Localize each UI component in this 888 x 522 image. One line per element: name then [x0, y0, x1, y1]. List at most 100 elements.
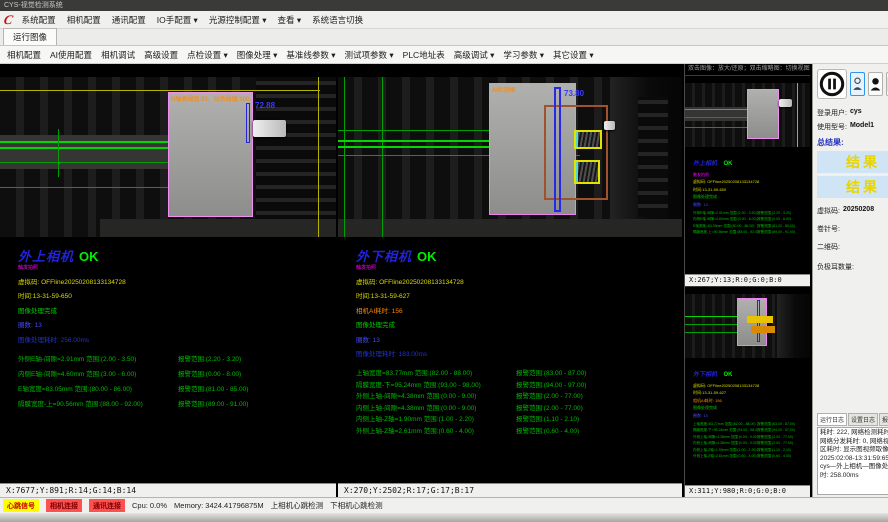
tab-connector — [779, 99, 792, 107]
process-time-line: 图像处理耗时: 183.00ms — [356, 348, 682, 358]
barcode-line: 虚拟码: OFFline20250208133134728 — [693, 179, 810, 185]
measure-value-label: 73.80 — [564, 89, 584, 98]
measurement-list: 外侧E轴-间隙=2.91mm 范围:(2.00 - 3.50)报警范围:(2.2… — [693, 211, 810, 237]
thumbnail-column: 双击图像：放大/还原；双击缩略图：切换视图 外上相机 OK 触发 — [684, 64, 810, 497]
app-logo-icon: C — [2, 12, 14, 28]
measurement-text: 外侧上轴-Z轴=2.61mm 范围:(0.60 - 4.00) — [693, 454, 757, 461]
menu-item-camera-config[interactable]: 相机配置 — [67, 14, 101, 26]
measurement-text: 内侧E轴-间隙=4.60mm 范围:(3.00 - 6.00) — [18, 368, 178, 378]
tab-connector — [604, 121, 615, 130]
status-ok-badge: OK — [79, 249, 99, 264]
toolbar-learning-params[interactable]: 学习参数 ▾ — [503, 49, 544, 61]
control-buttons — [817, 69, 888, 99]
toolbar-camera-config[interactable]: 相机配置 — [7, 49, 41, 61]
toolbar-baseline-params[interactable]: 基准线参数 ▾ — [286, 49, 335, 61]
time-line: 时间:13-31-59-650 — [18, 290, 336, 300]
trigger-label: 触发拍照 — [356, 264, 682, 271]
menu-item-system-config[interactable]: 系统配置 — [22, 14, 56, 26]
measurement-text: 隔膜宽度-下=95.24mm 范围:(93.00 - 98.00) — [356, 379, 516, 389]
camera-connect-badge: 相机连接 — [46, 499, 82, 512]
lower-camera-view: AI检测框 73.80 外下相机 OK 触发拍照 虚拟码: OFFline202… — [338, 64, 682, 497]
log-output[interactable]: 耗时: 222, 网络检测耗时: 17, 网络分发耗时: 0, 网络视频分区耗时… — [817, 427, 888, 495]
process-time-line: 图像处理耗时: 256.00ms — [18, 334, 336, 344]
toolbar-advanced-settings[interactable]: 高级设置 — [144, 49, 178, 61]
pause-button[interactable] — [817, 69, 847, 99]
electrode-tab-box — [574, 130, 602, 149]
user-manage-button[interactable] — [868, 72, 883, 96]
process-done-line: 图像处理完成 — [693, 405, 810, 411]
status-ok-badge: OK — [417, 249, 437, 264]
green-guide-line — [338, 146, 498, 148]
tab-alarm-log[interactable]: 报警日志 — [879, 413, 888, 426]
green-guide-line — [0, 141, 170, 143]
toolbar-spot-check[interactable]: 点检设置 ▾ — [187, 49, 228, 61]
toolbar-advanced-debug[interactable]: 高级调试 ▾ — [454, 49, 495, 61]
toolbar-camera-debug[interactable]: 相机调试 — [101, 49, 135, 61]
measurement-row: 外侧E轴-间隙=2.91mm 范围:(2.00 - 3.50) 报警范围:(2.… — [18, 353, 336, 368]
toolbar: 相机配置 AI使用配置 相机调试 高级设置 点检设置 ▾ 图像处理 ▾ 基准线参… — [0, 46, 888, 64]
menu-item-view[interactable]: 查看 ▾ — [277, 14, 301, 26]
tab-connector — [253, 120, 286, 137]
toolbar-image-processing[interactable]: 图像处理 ▾ — [237, 49, 278, 61]
measurement-alarm: 报警范围:(2.00 - 77.00) — [516, 402, 583, 412]
result-display-upper: 结果 — [817, 151, 888, 173]
menu-item-comm-config[interactable]: 通讯配置 — [112, 14, 146, 26]
barcode-line: 虚拟码: OFFline20250208133134728 — [693, 383, 810, 389]
virtual-code-label: 虚拟码: — [817, 206, 840, 216]
main-area: N轴高阈值:93，动态阈值:100 72.88 外上相机 OK 触发拍照 虚拟码… — [0, 64, 888, 497]
battery-cell-region: N轴高阈值:93，动态阈值:100 — [168, 92, 253, 217]
measurement-list: 上轴宽度=83.77mm 范围:(82.00 - 88.00) 报警范围:(83… — [356, 367, 682, 436]
measurement-row: E轴宽度=83.05mm 范围:(80.00 - 86.00) 报警范围:(81… — [18, 383, 336, 398]
measurement-text: 隔膜宽度-上=90.56mm 范围:(88.00 - 92.00) — [693, 230, 757, 237]
app-window: CYS-视觉检测系统 C 系统配置 相机配置 通讯配置 IO手配置 ▾ 光源控制… — [0, 0, 888, 522]
lower-camera-thumbnail[interactable]: 外下相机 OK 虚拟码: OFFline20250208133134728 时间… — [685, 286, 810, 497]
menu-item-io-config[interactable]: IO手配置 ▾ — [157, 14, 198, 26]
toolbar-ai-config[interactable]: AI使用配置 — [50, 49, 92, 61]
user-login-button[interactable] — [850, 72, 865, 96]
lower-camera-heartbeat: 下相机心跳检测 — [330, 500, 383, 511]
status-ok-badge: OK — [723, 161, 732, 167]
panel-spacer — [817, 272, 888, 413]
ai-time-line: 相机AI耗时: 156 — [693, 398, 810, 404]
measurement-alarm: 报警范围:(0.60 - 4.00) — [757, 454, 791, 461]
toolbar-test-params[interactable]: 测试项参数 ▾ — [345, 49, 394, 61]
menu-item-language[interactable]: 系统语言切换 — [312, 14, 363, 26]
menu-item-light-config[interactable]: 光源控制配置 ▾ — [209, 14, 267, 26]
tab-run-log[interactable]: 运行日志 — [817, 413, 847, 426]
upper-result-panel: 外上相机 OK 触发拍照 虚拟码: OFFline202502081331347… — [0, 237, 336, 483]
upper-camera-heartbeat: 上相机心跳检测 — [271, 500, 324, 511]
lower-thumb-image — [685, 294, 810, 358]
process-done-line: 图像处理完成 — [18, 305, 336, 315]
process-done-line: 图像处理完成 — [356, 319, 682, 329]
measurement-list: 外侧E轴-间隙=2.91mm 范围:(2.00 - 3.50) 报警范围:(2.… — [18, 353, 336, 413]
measurement-text: E轴宽度=83.05mm 范围:(80.00 - 86.00) — [18, 383, 178, 393]
green-guide-line-v — [58, 129, 59, 177]
upper-camera-image[interactable]: N轴高阈值:93，动态阈值:100 72.88 — [0, 77, 336, 237]
upper-camera-thumbnail[interactable]: 外上相机 OK 触发拍照 虚拟码: OFFline202502081331347… — [685, 75, 810, 286]
trigger-label: 触发拍照 — [18, 264, 336, 271]
thumbnail-hint: 双击图像：放大/还原；双击缩略图：切换视图 — [685, 64, 810, 75]
qr-code-label: 二维码: — [817, 242, 840, 252]
tab-run-image[interactable]: 运行图像 — [3, 28, 57, 45]
toolbar-other-settings[interactable]: 其它设置 ▾ — [553, 49, 594, 61]
green-guide-line — [338, 140, 498, 142]
floor-band — [338, 219, 682, 237]
measurement-row: 上轴宽度=83.77mm 范围:(82.00 - 88.00) 报警范围:(83… — [356, 367, 682, 379]
measurement-row: 外侧上轴-Z轴=2.61mm 范围:(0.60 - 4.00) 报警范围:(0.… — [356, 425, 682, 437]
window-bottom-edge — [0, 513, 888, 522]
upper-thumb-results: 外上相机 OK 触发拍照 虚拟码: OFFline202502081331347… — [685, 147, 810, 274]
virtual-code-value: 20250208 — [843, 206, 874, 216]
menu-bar: C 系统配置 相机配置 通讯配置 IO手配置 ▾ 光源控制配置 ▾ 查看 ▾ 系… — [0, 11, 888, 29]
measurement-alarm: 报警范围:(94.00 - 97.00) — [516, 379, 586, 389]
turns-line: 圈数: 13 — [693, 202, 810, 208]
floor-band — [100, 219, 336, 237]
pause-icon — [819, 71, 845, 97]
tab-settings-log[interactable]: 设置日志 — [848, 413, 878, 426]
log-text: 耗时: 222, 网络检测耗时: 17, 网络分发耗时: 0, 网络视频分区耗时… — [820, 429, 888, 479]
cpu-usage: Cpu: 0.0% — [132, 501, 167, 510]
window-titlebar[interactable]: CYS-视觉检测系统 — [0, 0, 888, 11]
toolbar-plc-address[interactable]: PLC地址表 — [403, 49, 445, 61]
measurement-alarm: 报警范围:(0.60 - 4.00) — [516, 425, 579, 435]
measurement-alarm: 报警范围:(0.00 - 8.00) — [178, 368, 241, 378]
lower-camera-image[interactable]: AI检测框 73.80 — [338, 77, 682, 237]
